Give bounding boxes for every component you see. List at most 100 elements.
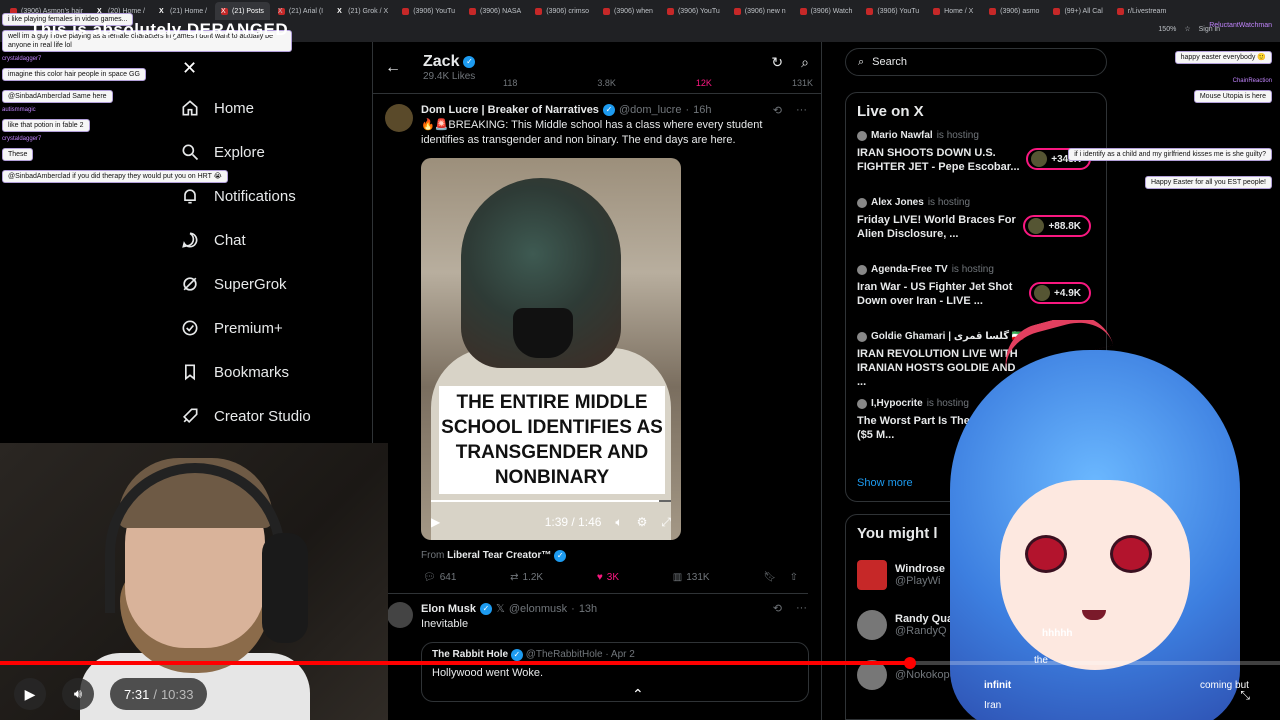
star-icon[interactable]: ☆ (1184, 25, 1190, 33)
more-icon[interactable]: ··· (796, 602, 807, 615)
tweet-handle[interactable]: @dom_lucre (619, 104, 682, 116)
browser-tab[interactable]: (3906) asmo (983, 2, 1045, 20)
video-time: 1:39 / 1:46 (544, 515, 602, 529)
chevron-up-icon[interactable]: ⌃ (632, 686, 644, 703)
grok-icon (183, 277, 197, 291)
bookmark-icon[interactable]: 🔖︎ (763, 572, 776, 583)
profile-feed: ← Zack ✓ 29.4K Likes ↻ ⌕ 118 3.8K 12K 13… (372, 42, 822, 720)
expand-icon[interactable]: ⤢ (661, 515, 671, 530)
zoom-indicator[interactable]: 150% (1158, 26, 1176, 33)
tweet-dom-lucre[interactable]: Dom Lucre | Breaker of Narratives ✓ @dom… (373, 94, 821, 594)
views-button[interactable]: ▥ 131K (673, 572, 710, 583)
tweet-video[interactable]: THE ENTIRE MIDDLE SCHOOL IDENTIFIES AS T… (421, 158, 681, 540)
video-controls: ▶ 1:39 / 1:46 🔈︎ ⚙︎ ⤢ (431, 510, 671, 534)
prev-likes[interactable]: 12K (696, 78, 712, 88)
hosting-label: is hosting (936, 130, 979, 141)
player-progress-bar[interactable] (0, 657, 1280, 669)
settings-icon[interactable]: ⚙︎ (637, 515, 648, 529)
chat-message: if i identify as a child and my girlfrie… (1012, 143, 1272, 161)
like-button[interactable]: ♥ 3K (597, 572, 619, 583)
tweet-time[interactable]: 16h (693, 104, 711, 116)
tweet-actions: 💬︎ 641 ⇄ 1.2K ♥ 3K ▥ 131K 🔖︎ ⇧ (373, 572, 808, 594)
refresh-icon[interactable]: ↻ (771, 54, 783, 71)
vtuber-overlay-line1: infinit (984, 680, 1012, 691)
quoted-tweet[interactable]: The Rabbit Hole ✓ @TheRabbitHole · Apr 2… (421, 642, 809, 702)
prev-reposts[interactable]: 3.8K (597, 78, 616, 88)
tab-favicon-icon (733, 7, 741, 15)
nav-item-chat[interactable]: Chat (180, 218, 370, 262)
tab-favicon-icon (866, 7, 874, 15)
tab-favicon-icon (603, 7, 611, 15)
nav-item-supergrok[interactable]: SuperGrok (180, 262, 370, 306)
tab-favicon-icon (535, 7, 543, 15)
browser-tab[interactable]: (3906) YouTu (860, 2, 925, 20)
reply-button[interactable]: 💬︎ 641 (423, 572, 456, 583)
nav-item-creator-studio[interactable]: Creator Studio (180, 394, 370, 438)
play-icon: ▶ (24, 685, 36, 702)
volume-button[interactable]: 🔊︎ (62, 678, 94, 710)
live-item[interactable]: Alex Jones is hosting Friday LIVE! World … (857, 197, 1095, 264)
avatar[interactable] (387, 602, 413, 628)
browser-tab[interactable]: (3906) Watch (794, 2, 859, 20)
nav-item-premium[interactable]: Premium+ (180, 306, 370, 350)
tweet-time[interactable]: 13h (579, 603, 597, 615)
tweet-elon-musk[interactable]: Elon Musk ✓ 𝕏 @elonmusk · 13h ⟲ ··· Inev… (373, 594, 821, 702)
grok-icon[interactable]: ⟲ (773, 602, 782, 615)
chat-top-user: ReluctantWatchman (1209, 22, 1272, 29)
reply-count: 641 (439, 572, 457, 583)
browser-tab[interactable]: r/Livestream (1111, 2, 1173, 20)
player-progress-fill (0, 661, 916, 665)
tweet-header: Elon Musk ✓ 𝕏 @elonmusk · 13h (421, 602, 598, 615)
tweet-display-name[interactable]: Elon Musk (421, 603, 476, 615)
video-progress-fill (431, 500, 659, 502)
video-progress-bar[interactable] (431, 500, 671, 502)
verified-badge-icon: ✓ (554, 550, 567, 562)
tab-label: r/Livestream (1127, 7, 1167, 15)
nav-item-bookmarks[interactable]: Bookmarks (180, 350, 370, 394)
browser-tab[interactable]: Home / X (927, 2, 981, 20)
from-source[interactable]: Liberal Tear Creator™ (447, 550, 551, 561)
grok-icon[interactable]: ⟲ (773, 104, 782, 117)
browser-tab[interactable]: (99+) All Cal (1047, 2, 1108, 20)
browser-tab[interactable]: X (21) Grok / X (331, 2, 394, 20)
play-button[interactable]: ▶ (14, 678, 46, 710)
fullscreen-icon[interactable]: ⤡ (1240, 688, 1250, 703)
chat-overlay-right: happy easter everybody 🙂 ChainReaction Mou… (1012, 46, 1272, 193)
back-arrow-icon[interactable]: ← (385, 59, 401, 77)
browser-tab[interactable]: (3906) crimso (529, 2, 595, 20)
repost-button[interactable]: ⇄ 1.2K (510, 572, 543, 583)
vtuber-avatar (930, 320, 1280, 720)
live-viewers-badge[interactable]: +88.8K (1023, 215, 1091, 237)
share-icon[interactable]: ⇧ (790, 572, 798, 583)
nav-label-chat: Chat (214, 231, 246, 249)
volume-icon[interactable]: 🔈︎ (615, 515, 622, 530)
browser-tab[interactable]: (3906) when (597, 2, 659, 20)
browser-tab[interactable]: (3906) YouTu (396, 2, 461, 20)
live-host-row: Alex Jones is hosting (857, 197, 1095, 208)
browser-tab[interactable]: (3906) YouTu (661, 2, 726, 20)
play-icon[interactable]: ▶ (431, 515, 440, 529)
x-affiliate-icon: 𝕏 (496, 603, 505, 615)
more-icon[interactable]: ··· (796, 104, 807, 117)
chat-message: ChainReaction Mouse Utopia is here (1012, 78, 1272, 103)
live-viewers-badge[interactable]: +4.9K (1029, 282, 1091, 304)
browser-tab[interactable]: (3906) NASA (463, 2, 527, 20)
tweet-text: 🔥🚨BREAKING: This Middle school has a cla… (421, 119, 763, 146)
viewer-avatar (1028, 218, 1045, 234)
chat-bubble: if i identify as a child and my girlfrie… (1068, 148, 1272, 161)
bell-icon (184, 189, 196, 204)
avatar[interactable] (385, 104, 413, 132)
video-frame-mask (513, 308, 573, 358)
tab-label: (21) Grok / X (348, 7, 389, 15)
views-count: 131K (686, 572, 710, 583)
tweet-header: Dom Lucre | Breaker of Narratives ✓ @dom… (421, 104, 712, 116)
tweet-display-name[interactable]: Dom Lucre | Breaker of Narratives (421, 104, 599, 116)
browser-tab[interactable]: (3906) new n (728, 2, 792, 20)
prev-replies[interactable]: 118 (503, 78, 517, 88)
search-icon[interactable]: ⌕ (801, 54, 809, 71)
prev-views[interactable]: 131K (792, 78, 813, 88)
show-more-link[interactable]: Show more (857, 477, 913, 489)
tweet-handle[interactable]: @elonmusk (509, 603, 567, 615)
tweet-menu: ⟲ ··· (773, 104, 807, 117)
player-scrubber-handle[interactable] (904, 657, 916, 669)
